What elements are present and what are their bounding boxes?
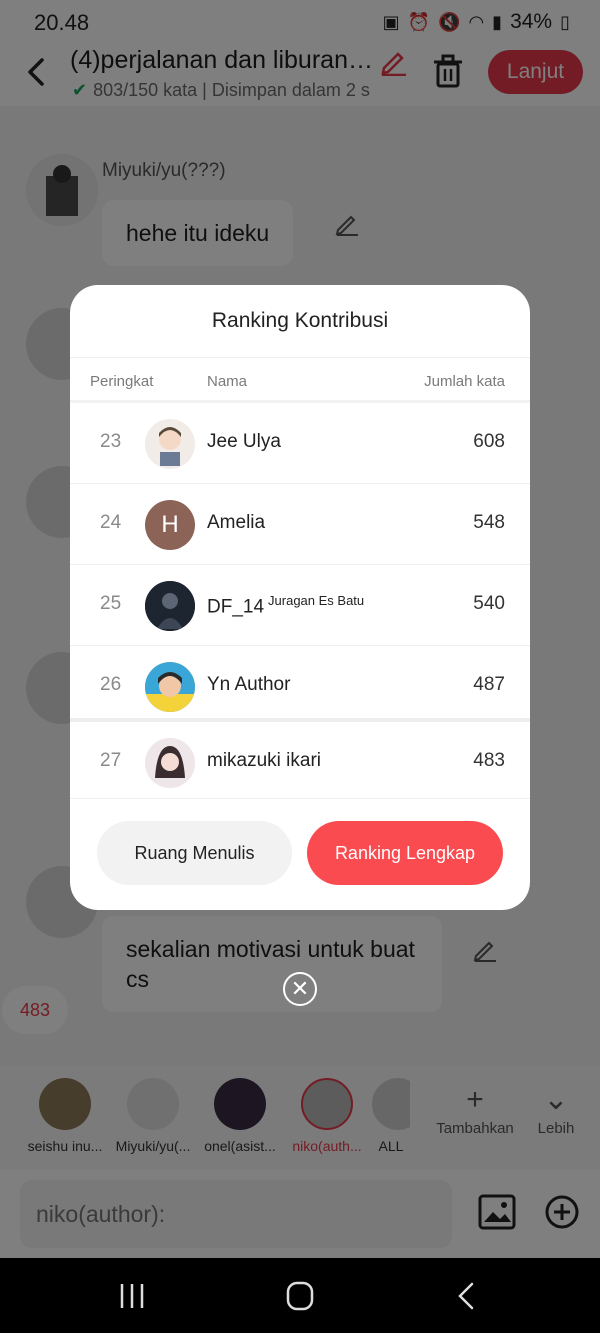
rank-number: 25 [100,593,122,614]
back-icon[interactable] [448,1278,488,1314]
column-words: Jumlah kata [424,373,505,390]
full-ranking-button[interactable]: Ranking Lengkap [307,821,503,885]
contributor-name: Amelia [207,512,266,533]
ranking-row[interactable]: 23 Jee Ulya 608 [70,403,530,484]
close-icon[interactable]: ✕ [283,972,317,1006]
home-icon[interactable] [280,1278,320,1314]
rank-number: 27 [100,750,122,771]
avatar-letter: H [145,500,195,550]
modal-title: Ranking Kontribusi [211,309,389,332]
ranking-row-current-user[interactable]: 27 mikazuki ikari 483 [70,718,530,799]
ranking-row[interactable]: 26 Yn Author 487 [70,646,530,720]
contributor-name: DF_14 [207,596,265,618]
recent-apps-icon[interactable] [112,1278,152,1314]
column-name: Nama [207,373,248,390]
contributor-name: Yn Author [207,674,291,695]
rank-number: 26 [100,674,122,695]
contributor-name-with-tag: DF_14 Juragan Es Batu [207,593,364,618]
column-rank: Peringkat [90,373,154,390]
contributor-name: Jee Ulya [207,431,281,452]
contributor-tag: Juragan Es Batu [268,593,365,608]
ranking-row[interactable]: 24 H Amelia 548 [70,484,530,565]
word-count: 487 [473,674,505,695]
contributor-name: mikazuki ikari [207,750,322,771]
rank-number: 23 [100,431,122,452]
word-count: 540 [473,593,505,614]
contribution-ranking-modal: Ranking Kontribusi Peringkat Nama Jumlah… [70,285,530,910]
avatar [145,419,195,469]
ranking-row[interactable]: 25 DF_14 Juragan Es Batu 540 [70,565,530,646]
word-count: 608 [473,431,505,452]
word-count: 548 [473,512,505,533]
avatar [145,738,195,788]
word-count: 483 [473,750,505,771]
avatar [145,581,195,631]
avatar [145,662,195,712]
ranking-table-header: Peringkat Nama Jumlah kata [70,357,530,403]
writing-room-button[interactable]: Ruang Menulis [97,821,292,885]
rank-number: 24 [100,512,122,533]
system-nav-bar [0,1258,600,1333]
